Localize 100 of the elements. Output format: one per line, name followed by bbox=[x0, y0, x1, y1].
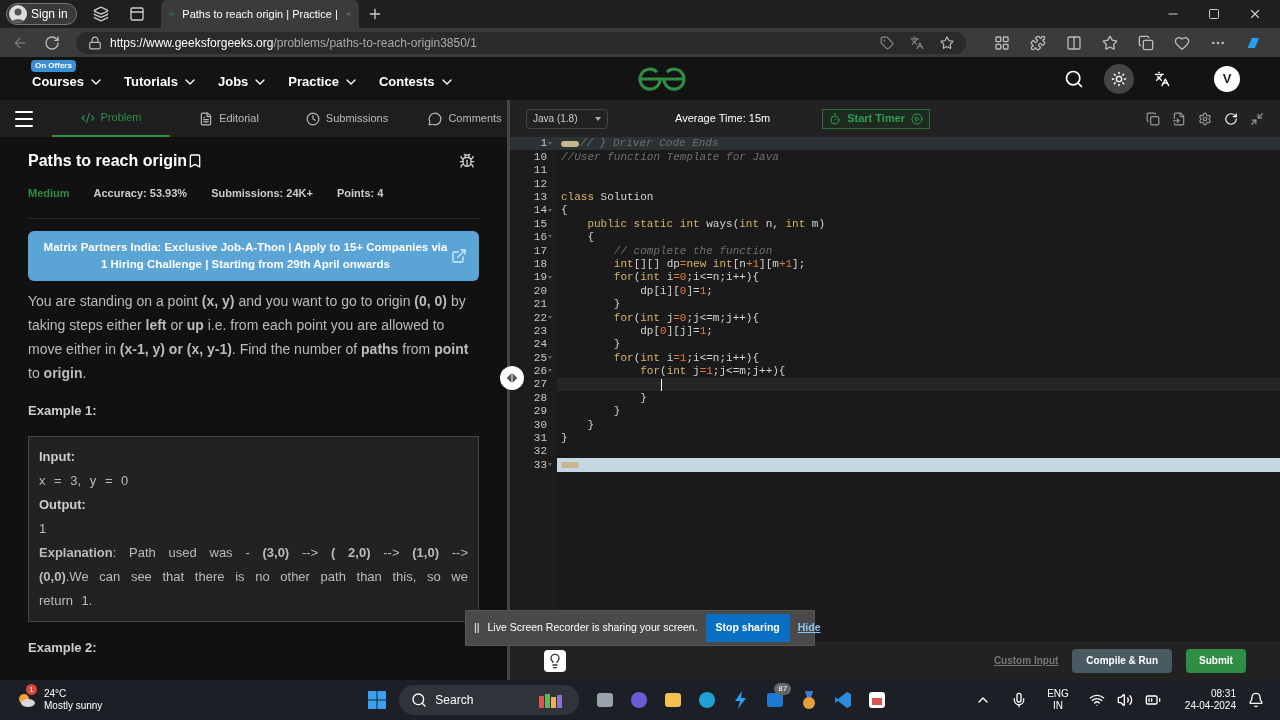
code-text: for(int i=0;i<=n;i++){ bbox=[612, 270, 760, 286]
code-text: for(int i=1;i<=n;i++){ bbox=[612, 350, 760, 366]
health-icon[interactable] bbox=[1174, 34, 1190, 51]
extension-icon[interactable] bbox=[994, 34, 1010, 51]
problem-tab[interactable]: Editorial bbox=[170, 100, 288, 137]
workspaces-icon[interactable] bbox=[92, 6, 109, 22]
code-text: } bbox=[561, 431, 568, 447]
timer-icon bbox=[829, 112, 842, 125]
volume-icon[interactable] bbox=[1116, 692, 1133, 708]
start-icon[interactable] bbox=[367, 690, 388, 710]
search-icon[interactable] bbox=[1064, 68, 1084, 89]
import-file-icon[interactable] bbox=[1172, 111, 1186, 126]
tab-icon bbox=[80, 110, 95, 125]
line-number: 27 bbox=[533, 377, 547, 393]
close-window-icon[interactable] bbox=[1248, 7, 1262, 21]
start-timer-button[interactable]: Start Timer bbox=[822, 108, 931, 129]
code-text: } bbox=[612, 337, 621, 353]
nav-menu-item[interactable]: Tutorials bbox=[124, 71, 198, 92]
bug-icon[interactable] bbox=[459, 153, 475, 169]
code-text: { bbox=[561, 203, 568, 219]
tab-icon bbox=[305, 111, 320, 126]
taskbar-search[interactable]: Search bbox=[399, 685, 580, 715]
pause-icon-text[interactable]: || bbox=[474, 620, 480, 636]
line-number: 28 bbox=[533, 390, 547, 406]
code-text: dp[i][0]=1; bbox=[639, 283, 713, 299]
line-number: 11 bbox=[533, 163, 547, 179]
line-number: 31 bbox=[533, 431, 547, 447]
submit-button[interactable]: Submit bbox=[1186, 648, 1246, 673]
folder-icon[interactable] bbox=[663, 690, 684, 710]
tab-icon bbox=[199, 111, 214, 126]
fold-marker[interactable] bbox=[561, 140, 579, 147]
line-number: 33 bbox=[533, 457, 547, 473]
maximize-icon[interactable] bbox=[1208, 8, 1220, 20]
battery-icon[interactable] bbox=[1144, 692, 1161, 708]
code-text: } bbox=[586, 417, 594, 433]
temperature: 24°C bbox=[44, 688, 68, 700]
notifications-icon[interactable] bbox=[1248, 692, 1264, 708]
nav-menu-item[interactable]: Jobs bbox=[217, 71, 269, 92]
resize-icon bbox=[506, 373, 518, 383]
browser-tab[interactable]: Paths to reach origin | Practice | bbox=[160, 0, 359, 28]
split-screen-icon[interactable] bbox=[1066, 34, 1082, 51]
play-icon bbox=[911, 112, 924, 125]
line-number: 24 bbox=[533, 337, 547, 353]
translate-icon[interactable] bbox=[1154, 70, 1170, 87]
nav-menu-item[interactable]: Practice bbox=[288, 71, 359, 92]
language-dropdown[interactable]: Java (1.8) bbox=[526, 108, 608, 129]
problem-tab[interactable]: Comments bbox=[406, 100, 507, 137]
line-number: 10 bbox=[533, 149, 547, 165]
line-number: 14 bbox=[533, 203, 547, 219]
site-logo-icon bbox=[168, 10, 175, 18]
language-code: ENG bbox=[1047, 688, 1069, 700]
stop-sharing-button[interactable]: Stop sharing bbox=[705, 614, 790, 642]
notification-badge: 1 bbox=[26, 684, 37, 695]
wifi-icon[interactable] bbox=[1088, 692, 1105, 708]
copy-icon[interactable] bbox=[1146, 111, 1160, 126]
collections-icon[interactable] bbox=[1138, 34, 1154, 51]
code-text: dp[0][j]=1; bbox=[639, 323, 713, 339]
submissions-count: Submissions: 24K+ bbox=[211, 186, 313, 201]
code-text: for(int j=0;j<=m;j++){ bbox=[612, 310, 760, 326]
example-heading: Example 1: bbox=[28, 401, 97, 420]
problem-tab[interactable]: Problem bbox=[52, 100, 170, 137]
address-bar[interactable]: https://www.geeksforgeeks.org/problems/paths-to-reach-origin3850/1 bbox=[76, 31, 966, 54]
reload-icon[interactable] bbox=[44, 34, 60, 51]
code-text: // complete the function bbox=[612, 243, 773, 259]
text-cursor bbox=[661, 378, 662, 391]
sign-in-button[interactable]: Sign in bbox=[6, 3, 77, 25]
hide-link[interactable]: Hide bbox=[797, 620, 821, 636]
nav-menu-item[interactable]: Courses bbox=[32, 71, 105, 92]
tag-icon[interactable] bbox=[880, 35, 894, 50]
code-text: public static int ways(int n, int m) bbox=[586, 216, 826, 232]
reset-icon[interactable] bbox=[1224, 111, 1238, 126]
caret-icon bbox=[595, 116, 601, 121]
offer-badge: On Offers bbox=[31, 60, 76, 72]
custom-input-link[interactable]: Custom Input bbox=[993, 653, 1059, 668]
favorite-icon[interactable] bbox=[940, 35, 954, 50]
code-text: { bbox=[586, 230, 594, 246]
problem-description: You are standing on a point (x, y) and you want to go to origin (0, 0) by taking steps either left or up i.e. from each point you are allowed to move either in (x-1, y) or (x, y-1). Find the number of paths from point to origin. bbox=[28, 291, 470, 383]
line-number: 25 bbox=[533, 350, 547, 366]
theme-toggle-button[interactable] bbox=[1104, 63, 1134, 94]
external-link-icon bbox=[451, 247, 467, 264]
problem-tab[interactable]: Submissions bbox=[288, 100, 406, 137]
line-number: 16 bbox=[533, 230, 547, 246]
compile-run-button[interactable]: Compile & Run bbox=[1072, 648, 1172, 673]
fold-marker[interactable] bbox=[561, 462, 579, 469]
example-heading: Example 2: bbox=[28, 639, 97, 657]
lock-icon bbox=[88, 35, 102, 50]
collapse-icon[interactable] bbox=[1250, 111, 1264, 126]
tab-actions-icon[interactable] bbox=[128, 6, 145, 22]
nav-menu-item[interactable]: Contests bbox=[378, 71, 455, 92]
line-number: 32 bbox=[533, 444, 547, 460]
example-text: 1 bbox=[39, 520, 48, 538]
hint-button[interactable] bbox=[544, 649, 566, 672]
code-text: class Solution bbox=[561, 190, 654, 205]
problem-title: Paths to reach origin bbox=[28, 151, 188, 171]
avatar[interactable]: V bbox=[1214, 65, 1240, 92]
settings-icon[interactable] bbox=[1198, 111, 1212, 126]
puzzle-icon[interactable] bbox=[1030, 34, 1046, 51]
favorites-icon[interactable] bbox=[1102, 34, 1118, 51]
example-text: x = 3, y = 0 bbox=[39, 472, 130, 490]
line-number: 17 bbox=[533, 243, 547, 259]
